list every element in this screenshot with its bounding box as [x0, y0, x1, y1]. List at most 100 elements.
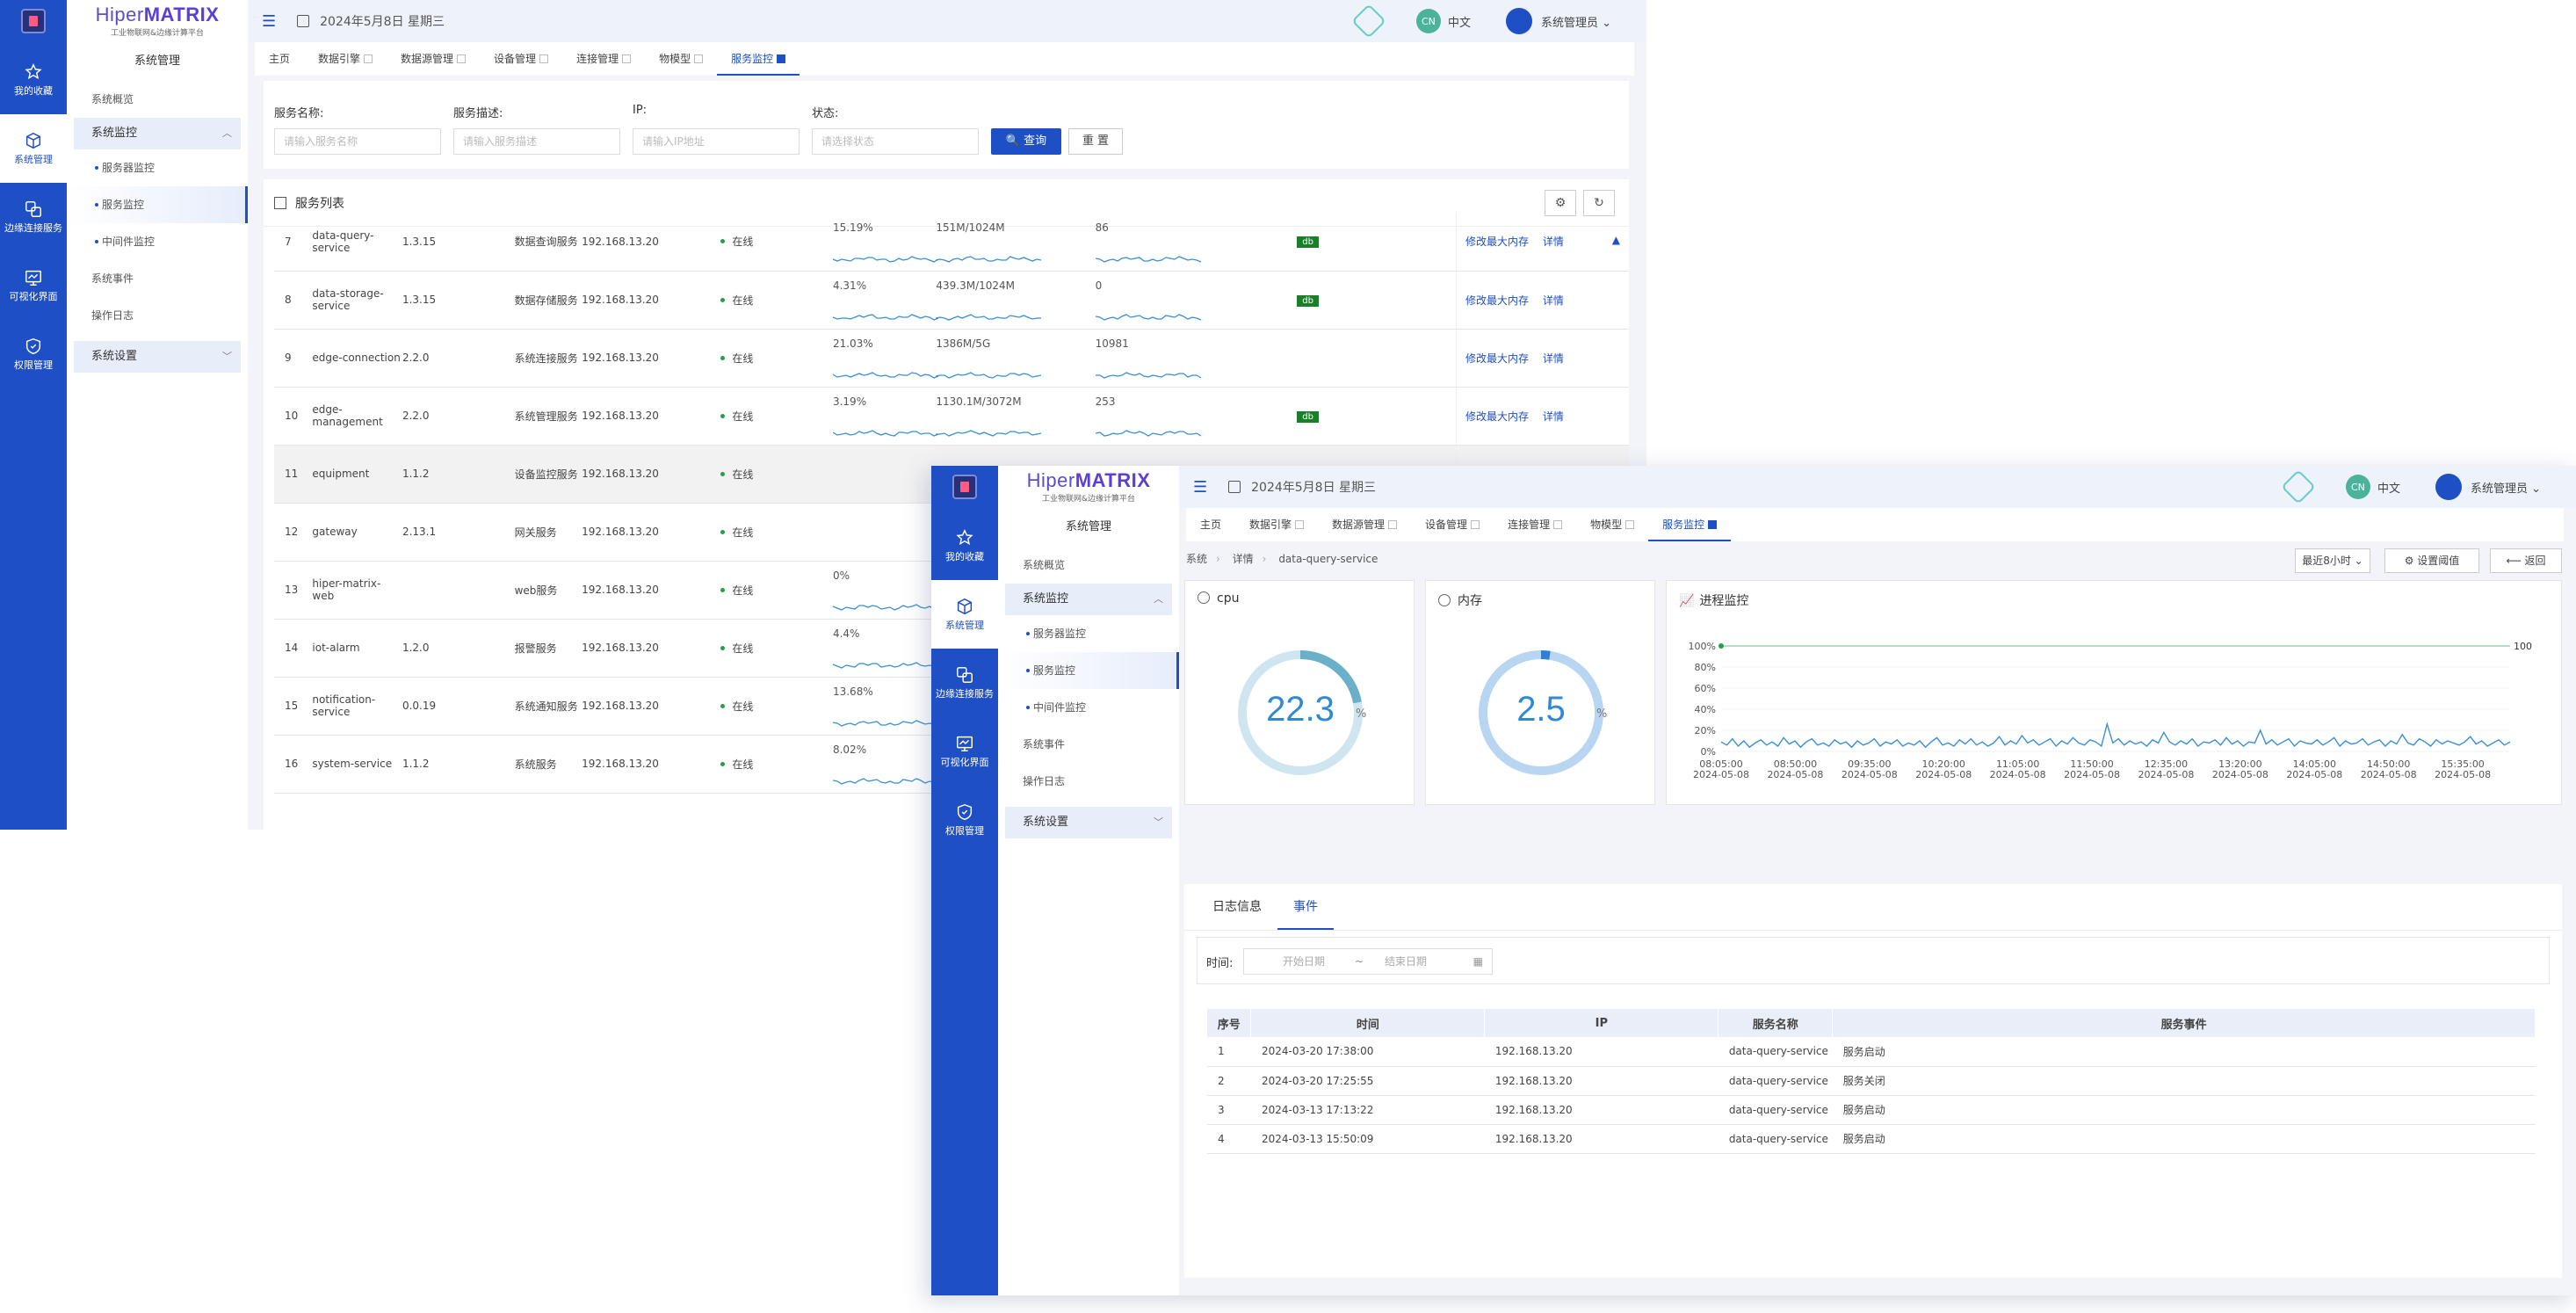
- modify-memory-link[interactable]: 修改最大内存: [1465, 236, 1529, 248]
- sidebar-item-service-monitor[interactable]: 服务监控: [998, 652, 1179, 689]
- sidebar-group-monitor[interactable]: 系统监控 ︿: [74, 118, 241, 149]
- tab-data-engine[interactable]: 数据引擎: [304, 46, 387, 76]
- page-tabs: 主页 数据引擎 数据源管理 设备管理 连接管理 物模型 服务监控: [1186, 508, 2564, 541]
- user-menu[interactable]: 系统管理员 ⌄: [2471, 479, 2541, 496]
- close-icon[interactable]: [1471, 520, 1480, 529]
- grid-icon: [274, 196, 286, 209]
- tab-data-engine[interactable]: 数据引擎: [1235, 511, 1318, 541]
- rail-item-edge[interactable]: 边缘连接服务: [931, 649, 998, 717]
- modify-memory-link[interactable]: 修改最大内存: [1465, 352, 1529, 365]
- memory-usage-cell: 439.3M/1024M: [936, 274, 1095, 325]
- avatar[interactable]: [1505, 8, 1532, 34]
- tab-device[interactable]: 设备管理: [480, 46, 562, 76]
- event-svc: data-query-service: [1718, 1124, 1833, 1154]
- column-header: 服务名称: [1718, 1009, 1834, 1037]
- sidebar-item-middleware-monitor[interactable]: 中间件监控: [67, 223, 248, 260]
- close-icon[interactable]: [622, 54, 632, 63]
- close-icon[interactable]: [694, 54, 704, 63]
- close-icon[interactable]: [1625, 520, 1635, 529]
- sidebar-item-middleware-monitor[interactable]: 中间件监控: [998, 689, 1179, 726]
- reset-button[interactable]: 重 置: [1068, 128, 1123, 155]
- event-svc: data-query-service: [1718, 1066, 1833, 1096]
- close-icon[interactable]: [457, 54, 467, 63]
- date-range-picker[interactable]: 开始日期 ~ 结束日期 ▦: [1243, 948, 1493, 975]
- sidebar-item-server-monitor[interactable]: 服务器监控: [67, 149, 248, 186]
- close-icon[interactable]: [1295, 520, 1305, 529]
- tab-device[interactable]: 设备管理: [1411, 511, 1494, 541]
- avatar[interactable]: [2435, 474, 2462, 500]
- detail-link[interactable]: 详情: [1543, 294, 1564, 307]
- sidebar-item-overview[interactable]: 系统概览: [67, 81, 248, 118]
- service-desc-input[interactable]: 请输入服务描述: [453, 128, 620, 155]
- rail-item-permission[interactable]: 权限管理: [0, 320, 67, 388]
- sidebar-item-service-monitor[interactable]: 服务监控: [67, 186, 248, 223]
- sidebar-group-monitor[interactable]: 系统监控 ︿: [1005, 584, 1172, 615]
- service-version: 1.1.2: [402, 758, 430, 770]
- language-label[interactable]: 中文: [1448, 13, 1471, 30]
- modify-memory-link[interactable]: 修改最大内存: [1465, 294, 1529, 307]
- language-badge[interactable]: CN: [1415, 9, 1441, 33]
- rail-item-visual[interactable]: 可视化界面: [0, 251, 67, 320]
- rail-item-favorites[interactable]: 我的收藏: [0, 46, 67, 114]
- service-name-input[interactable]: 请输入服务名称: [274, 128, 441, 155]
- rail-item-permission[interactable]: 权限管理: [931, 786, 998, 854]
- tab-datasource[interactable]: 数据源管理: [387, 46, 480, 76]
- sidebar-item-oplog[interactable]: 操作日志: [67, 297, 248, 334]
- detail-link[interactable]: 详情: [1543, 410, 1564, 423]
- rail-item-edge[interactable]: 边缘连接服务: [0, 183, 67, 251]
- rail-item-favorites[interactable]: 我的收藏: [931, 511, 998, 580]
- ip-input[interactable]: 请输入IP地址: [633, 128, 800, 155]
- sidebar-item-server-monitor[interactable]: 服务器监控: [998, 615, 1179, 652]
- close-icon[interactable]: [1708, 520, 1718, 529]
- close-icon[interactable]: [1388, 520, 1398, 529]
- scroll-up-icon[interactable]: ▲: [1612, 234, 1620, 246]
- calendar-icon[interactable]: ▦: [1473, 949, 1483, 974]
- tab-datasource[interactable]: 数据源管理: [1318, 511, 1411, 541]
- service-desc: 系统连接服务: [514, 352, 578, 365]
- set-threshold-button[interactable]: ⚙ 设置阈值: [2384, 548, 2479, 573]
- sidebar-item-events[interactable]: 系统事件: [998, 726, 1179, 763]
- tab-connection[interactable]: 连接管理: [562, 46, 645, 76]
- start-date-input[interactable]: 开始日期: [1283, 949, 1325, 974]
- detail-link[interactable]: 详情: [1543, 236, 1564, 248]
- status-select[interactable]: 请选择状态: [812, 128, 979, 155]
- menu-toggle-icon[interactable]: ☰: [262, 12, 276, 31]
- sidebar-group-settings[interactable]: 系统设置 ﹀: [1005, 807, 1172, 838]
- back-button[interactable]: ⟵ 返回: [2490, 548, 2562, 573]
- time-range-select[interactable]: 最近8小时 ⌄: [2295, 548, 2370, 573]
- query-button[interactable]: 🔍 查询: [991, 128, 1061, 155]
- close-icon[interactable]: [1553, 520, 1563, 529]
- close-icon[interactable]: [539, 54, 549, 63]
- close-icon[interactable]: [777, 54, 786, 63]
- sidebar-item-overview[interactable]: 系统概览: [998, 547, 1179, 584]
- menu-toggle-icon[interactable]: ☰: [1193, 478, 1207, 497]
- rail-item-system[interactable]: 系统管理: [931, 580, 998, 649]
- y-tick-label: 60%: [1695, 683, 1716, 694]
- tab-connection[interactable]: 连接管理: [1494, 511, 1576, 541]
- tab-service-monitor[interactable]: 服务监控: [717, 46, 800, 76]
- tab-thing-model[interactable]: 物模型: [645, 46, 717, 76]
- rail-item-system[interactable]: 系统管理: [0, 114, 67, 183]
- user-menu[interactable]: 系统管理员 ⌄: [1541, 13, 1611, 30]
- rail-item-visual[interactable]: 可视化界面: [931, 717, 998, 786]
- language-badge[interactable]: CN: [2345, 475, 2370, 499]
- service-desc: 系统服务: [514, 758, 557, 771]
- language-label[interactable]: 中文: [2377, 479, 2400, 496]
- help-shield-icon[interactable]: [1351, 4, 1386, 39]
- brand: HiperMATRIX 工业物联网&边缘计算平台: [95, 4, 220, 38]
- tab-log-info[interactable]: 日志信息: [1197, 884, 1277, 930]
- service-desc: 网关服务: [514, 526, 557, 539]
- end-date-input[interactable]: 结束日期: [1385, 949, 1427, 974]
- tab-events[interactable]: 事件: [1277, 884, 1334, 930]
- close-icon[interactable]: [364, 54, 373, 63]
- sidebar-group-settings[interactable]: 系统设置 ﹀: [74, 341, 241, 373]
- tab-home[interactable]: 主页: [1186, 511, 1235, 541]
- tab-service-monitor[interactable]: 服务监控: [1648, 511, 1732, 541]
- tab-thing-model[interactable]: 物模型: [1576, 511, 1648, 541]
- tab-home[interactable]: 主页: [255, 46, 304, 76]
- modify-memory-link[interactable]: 修改最大内存: [1465, 410, 1529, 423]
- detail-link[interactable]: 详情: [1543, 352, 1564, 365]
- sidebar-item-events[interactable]: 系统事件: [67, 260, 248, 297]
- sidebar-item-oplog[interactable]: 操作日志: [998, 763, 1179, 800]
- help-shield-icon[interactable]: [2281, 469, 2316, 504]
